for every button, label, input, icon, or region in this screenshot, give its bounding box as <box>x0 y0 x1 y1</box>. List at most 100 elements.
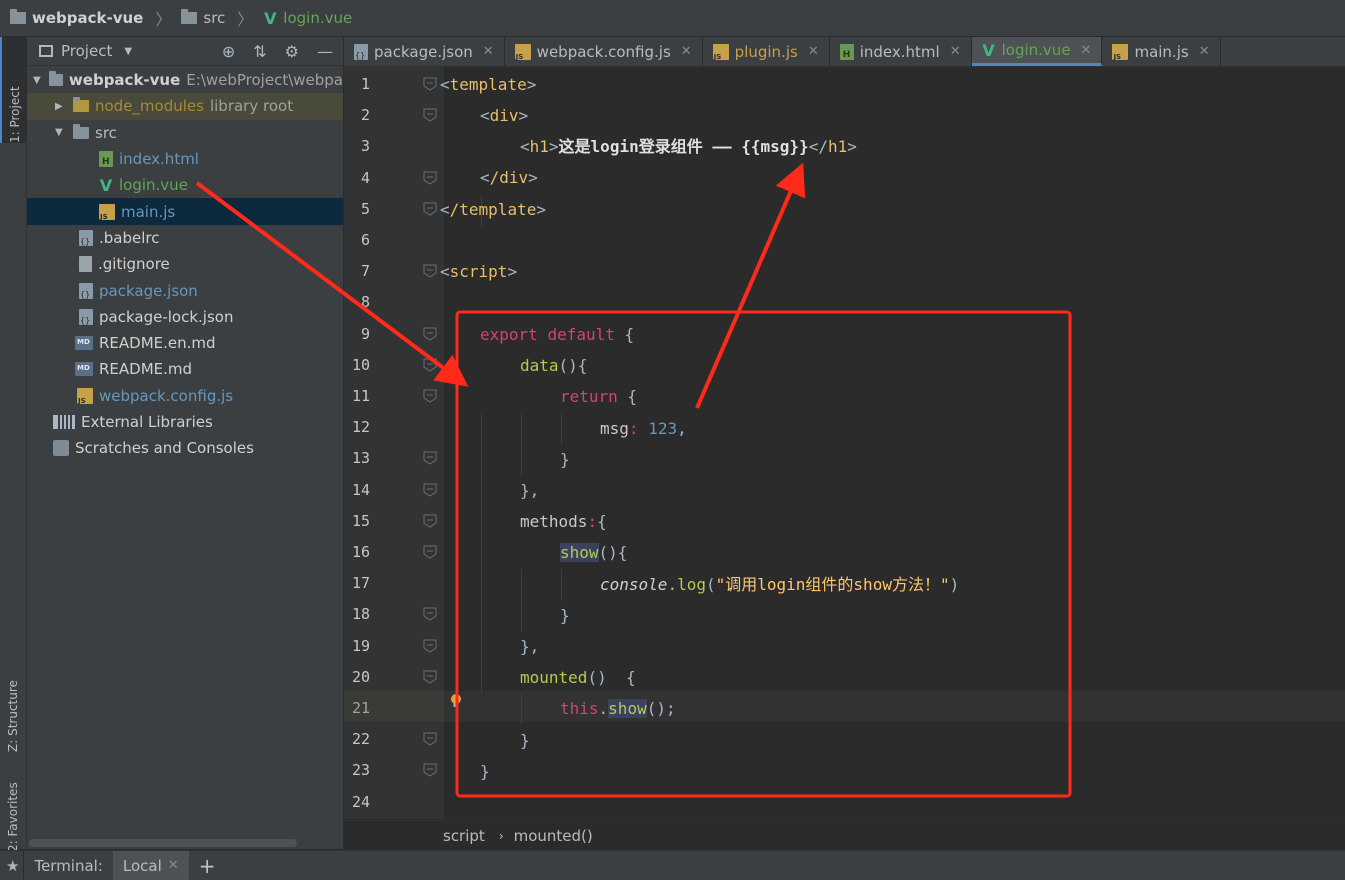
line-number: 9 <box>360 324 370 343</box>
chevron-right-icon: 〉 <box>237 10 254 29</box>
tree-item-label: External Libraries <box>81 413 213 431</box>
tab-package-json[interactable]: package.json ✕ <box>344 37 505 66</box>
js-icon <box>514 43 531 61</box>
tab-webpack-config[interactable]: webpack.config.js ✕ <box>505 37 703 66</box>
star-icon[interactable]: ★ <box>6 857 19 875</box>
locate-icon[interactable]: ⊕ <box>222 42 235 61</box>
expand-arrow-icon[interactable]: ▼ <box>33 75 43 86</box>
fold-icon[interactable] <box>422 326 438 342</box>
fold-icon[interactable] <box>422 388 438 404</box>
tool-tab-project[interactable]: 1: Project <box>0 37 28 143</box>
code-line-4: </div> <box>480 168 538 187</box>
lightbulb-icon[interactable] <box>449 693 463 709</box>
folder-icon <box>73 123 89 139</box>
fold-icon[interactable] <box>422 669 438 685</box>
tree-item-external-libraries[interactable]: External Libraries <box>27 409 343 435</box>
tree-item-root[interactable]: ▼ webpack-vue E:\webProject\webpa <box>27 67 343 93</box>
tab-index-html[interactable]: index.html ✕ <box>830 37 972 66</box>
json-icon <box>79 308 93 325</box>
tree-item-label: src <box>95 123 117 142</box>
tool-tab-project-label: 1: Project <box>8 86 22 143</box>
close-icon[interactable]: ✕ <box>808 44 819 59</box>
editor-breadcrumb-item[interactable]: mounted() <box>514 827 593 845</box>
code-token: methods <box>520 512 588 531</box>
fold-icon[interactable] <box>422 263 438 279</box>
collapse-icon[interactable]: ⇅ <box>253 42 266 61</box>
editor-breadcrumb-item[interactable]: script <box>443 827 485 845</box>
tree-item-login-vue[interactable]: V login.vue <box>27 172 343 198</box>
fold-icon[interactable] <box>422 731 438 747</box>
tree-item-readme[interactable]: README.md <box>27 356 343 382</box>
line-number: 4 <box>360 168 370 187</box>
code-line-7: <script> <box>440 262 518 281</box>
gear-icon[interactable]: ⚙ <box>285 42 299 61</box>
tool-tab-favorites[interactable]: 2: Favorites <box>0 782 26 852</box>
tree-item-label: main.js <box>121 202 176 221</box>
fold-icon[interactable] <box>422 638 438 654</box>
fold-icon[interactable] <box>422 606 438 622</box>
code-editor[interactable]: 1 2 3 4 5 6 7 8 9 10 11 12 13 14 15 16 17 18 19 20 21 22 23 24 … <box>344 67 1345 819</box>
tree-item-index-html[interactable]: index.html <box>27 146 343 172</box>
tree-item-package-json[interactable]: package.json <box>27 277 343 303</box>
line-number: 18 <box>351 605 370 624</box>
tree-item-label: package-lock.json <box>99 307 234 326</box>
tree-item-main-js[interactable]: main.js <box>27 198 343 225</box>
breadcrumb-folder[interactable]: src <box>203 9 225 27</box>
html-icon <box>99 151 113 168</box>
tree-item-package-lock-json[interactable]: package-lock.json <box>27 304 343 330</box>
tab-main-js[interactable]: main.js ✕ <box>1102 37 1221 66</box>
expand-arrow-icon[interactable]: ▼ <box>55 127 67 138</box>
vue-icon: V <box>99 175 113 195</box>
terminal-tab-local[interactable]: Local ✕ <box>112 851 189 880</box>
minimize-icon[interactable]: — <box>317 42 333 61</box>
code-line-2: <div> <box>480 106 529 125</box>
tree-item-note: library root <box>209 97 294 116</box>
tree-item-src[interactable]: ▼ src <box>27 120 343 146</box>
close-icon[interactable]: ✕ <box>1081 43 1092 58</box>
code-line-23: } <box>480 762 490 781</box>
close-icon[interactable]: ✕ <box>1199 44 1210 59</box>
fold-icon[interactable] <box>422 482 438 498</box>
tab-plugin-js[interactable]: plugin.js ✕ <box>703 37 830 66</box>
fold-icon[interactable] <box>422 170 438 186</box>
fold-icon[interactable] <box>422 201 438 217</box>
tab-label: login.vue <box>1001 41 1071 59</box>
tree-item-gitignore[interactable]: .gitignore <box>27 251 343 277</box>
close-icon[interactable]: ✕ <box>168 858 179 873</box>
code-token: div <box>489 106 519 125</box>
code-token: script <box>449 262 508 281</box>
close-icon[interactable]: ✕ <box>681 44 692 59</box>
tool-tab-structure[interactable]: Z: Structure <box>0 652 26 752</box>
vue-icon: V <box>264 8 277 28</box>
code-line-20: mounted() { <box>520 668 636 687</box>
tree-item-label: .gitignore <box>98 255 170 274</box>
code-token: console <box>600 575 668 594</box>
fold-icon[interactable] <box>422 544 438 560</box>
tree-item-webpack-config[interactable]: webpack.config.js <box>27 383 343 409</box>
project-panel-header: Project ▼ ⊕ ⇅ ⚙ — <box>27 37 343 66</box>
fold-icon[interactable] <box>422 76 438 92</box>
code-token: /div <box>489 168 529 187</box>
tree-item-babelrc[interactable]: .babelrc <box>27 225 343 251</box>
add-terminal-icon[interactable]: + <box>199 854 216 878</box>
indent-guide <box>521 414 522 476</box>
tree-item-readme-en[interactable]: README.en.md <box>27 330 343 356</box>
code-line-10: data(){ <box>520 356 588 375</box>
fold-icon[interactable] <box>422 762 438 778</box>
close-icon[interactable]: ✕ <box>483 44 494 59</box>
fold-icon[interactable] <box>422 513 438 529</box>
tree-item-label: webpack.config.js <box>99 386 234 405</box>
code-token: default <box>547 325 615 344</box>
fold-icon[interactable] <box>422 450 438 466</box>
close-icon[interactable]: ✕ <box>950 44 961 59</box>
fold-icon[interactable] <box>422 357 438 373</box>
tree-item-scratches[interactable]: Scratches and Consoles <box>27 435 343 461</box>
tab-login-vue[interactable]: V login.vue ✕ <box>971 37 1103 66</box>
fold-icon[interactable] <box>422 107 438 123</box>
tree-item-node-modules[interactable]: ▶ node_modules library root <box>27 93 343 120</box>
breadcrumb-file[interactable]: login.vue <box>283 9 352 27</box>
expand-arrow-icon[interactable]: ▶ <box>55 101 67 112</box>
breadcrumb-project[interactable]: webpack-vue <box>32 9 143 27</box>
project-view-selector[interactable]: Project ▼ <box>27 42 222 60</box>
horizontal-scrollbar[interactable] <box>29 839 297 847</box>
